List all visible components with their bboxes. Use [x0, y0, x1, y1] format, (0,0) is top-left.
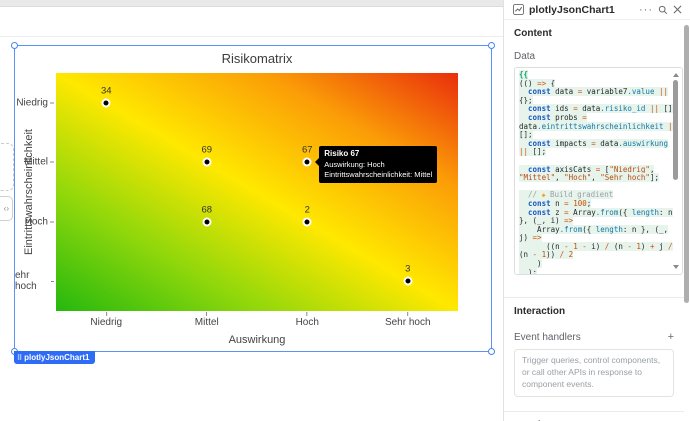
canvas-top-strip [0, 0, 503, 7]
section-content: Content [514, 28, 674, 39]
y-tick-label: Hoch [25, 216, 54, 227]
more-button[interactable]: ··· [639, 4, 653, 16]
panel-scrollbar-thumb[interactable] [684, 25, 689, 303]
component-name-tag[interactable]: ⠿ plotlyJsonChart1 [14, 351, 95, 364]
code-lines: {{(() => { const data = variable7.value … [519, 71, 670, 275]
component-name-label: plotlyJsonChart1 [24, 353, 89, 362]
data-point-label: 3 [405, 264, 410, 275]
tooltip-line: Eintrittswahrscheinlichkeit: Mittel [324, 170, 432, 180]
inspector-panel: plotlyJsonChart1 ··· Content Data {{(() … [503, 0, 690, 421]
tooltip-title: Risiko 67 [324, 149, 432, 160]
editor-scrollbar-thumb[interactable] [673, 80, 678, 180]
code-toggle-icon: ‹› [4, 204, 9, 213]
data-point-label: 2 [305, 204, 310, 215]
data-point-label: 67 [302, 145, 313, 156]
drag-handle-icon: ⠿ [17, 354, 22, 362]
inspector-title: plotlyJsonChart1 [529, 4, 634, 16]
chart-tooltip: Risiko 67 Auswirkung: Hoch Eintrittswahr… [319, 146, 437, 182]
data-code-editor[interactable]: {{(() => { const data = variable7.value … [514, 67, 683, 275]
y-tick-label: Mittel [24, 157, 54, 168]
editor-scrollbar[interactable] [672, 70, 680, 272]
y-tick-label: Niedrig [16, 97, 54, 108]
x-tick-label: Hoch [296, 312, 319, 328]
plot-area[interactable]: 34 69 67 68 2 3 Risiko 67 Auswirkung: Hoch Ei… [56, 73, 458, 311]
data-point-label: 69 [201, 145, 212, 156]
selected-component-frame[interactable]: Risikomatrix 34 69 67 68 2 3 Risiko 67 Auswir… [14, 45, 492, 352]
event-handlers-placeholder: Trigger queries, control components, or … [514, 349, 674, 397]
x-tick-label: Sehr hoch [385, 312, 431, 328]
plus-icon[interactable]: + [668, 331, 674, 343]
y-ticks: Niedrig Mittel Hoch ehr hoch [15, 73, 54, 311]
app-window: ‹› Risikomatrix 34 69 67 68 2 3 Risiko 67 Aus… [0, 0, 690, 421]
divider [504, 297, 684, 298]
x-ticks: Niedrig Mittel Hoch Sehr hoch [56, 312, 458, 330]
divider [504, 411, 684, 412]
line-chart-icon [513, 4, 524, 15]
tooltip-line: Auswirkung: Hoch [324, 160, 432, 170]
inspector-body: Content Data {{(() => { const data = var… [504, 28, 690, 421]
x-tick-label: Niedrig [90, 312, 122, 328]
data-point[interactable]: 2 [303, 217, 312, 226]
data-point-label: 34 [101, 85, 112, 96]
scroll-up-icon[interactable] [673, 70, 679, 77]
data-label: Data [514, 51, 674, 62]
resize-handle-top-right[interactable] [488, 42, 495, 49]
data-point[interactable]: 3 [403, 277, 412, 286]
scroll-down-icon[interactable] [673, 265, 679, 272]
data-point[interactable]: 34 [102, 98, 111, 107]
data-point[interactable]: 68 [202, 217, 211, 226]
inspector-header: plotlyJsonChart1 ··· [504, 0, 690, 20]
section-interaction: Interaction [514, 306, 674, 317]
left-panel-toggle-button[interactable]: ‹› [0, 196, 13, 221]
search-icon[interactable] [658, 5, 668, 15]
canvas-divider [0, 36, 503, 37]
data-point[interactable]: 69 [202, 158, 211, 167]
x-axis-title: Auswirkung [56, 334, 458, 346]
data-point-label: 68 [201, 204, 212, 215]
x-tick-label: Mittel [195, 312, 219, 328]
event-handlers-label: Event handlers [514, 332, 581, 343]
resize-handle-bottom-right[interactable] [488, 348, 495, 355]
resize-handle-top-left[interactable] [11, 42, 18, 49]
chart-title: Risikomatrix [56, 51, 458, 66]
y-tick-label: ehr hoch [15, 270, 54, 292]
close-icon[interactable] [673, 5, 682, 14]
drop-zone-outline [0, 143, 14, 191]
